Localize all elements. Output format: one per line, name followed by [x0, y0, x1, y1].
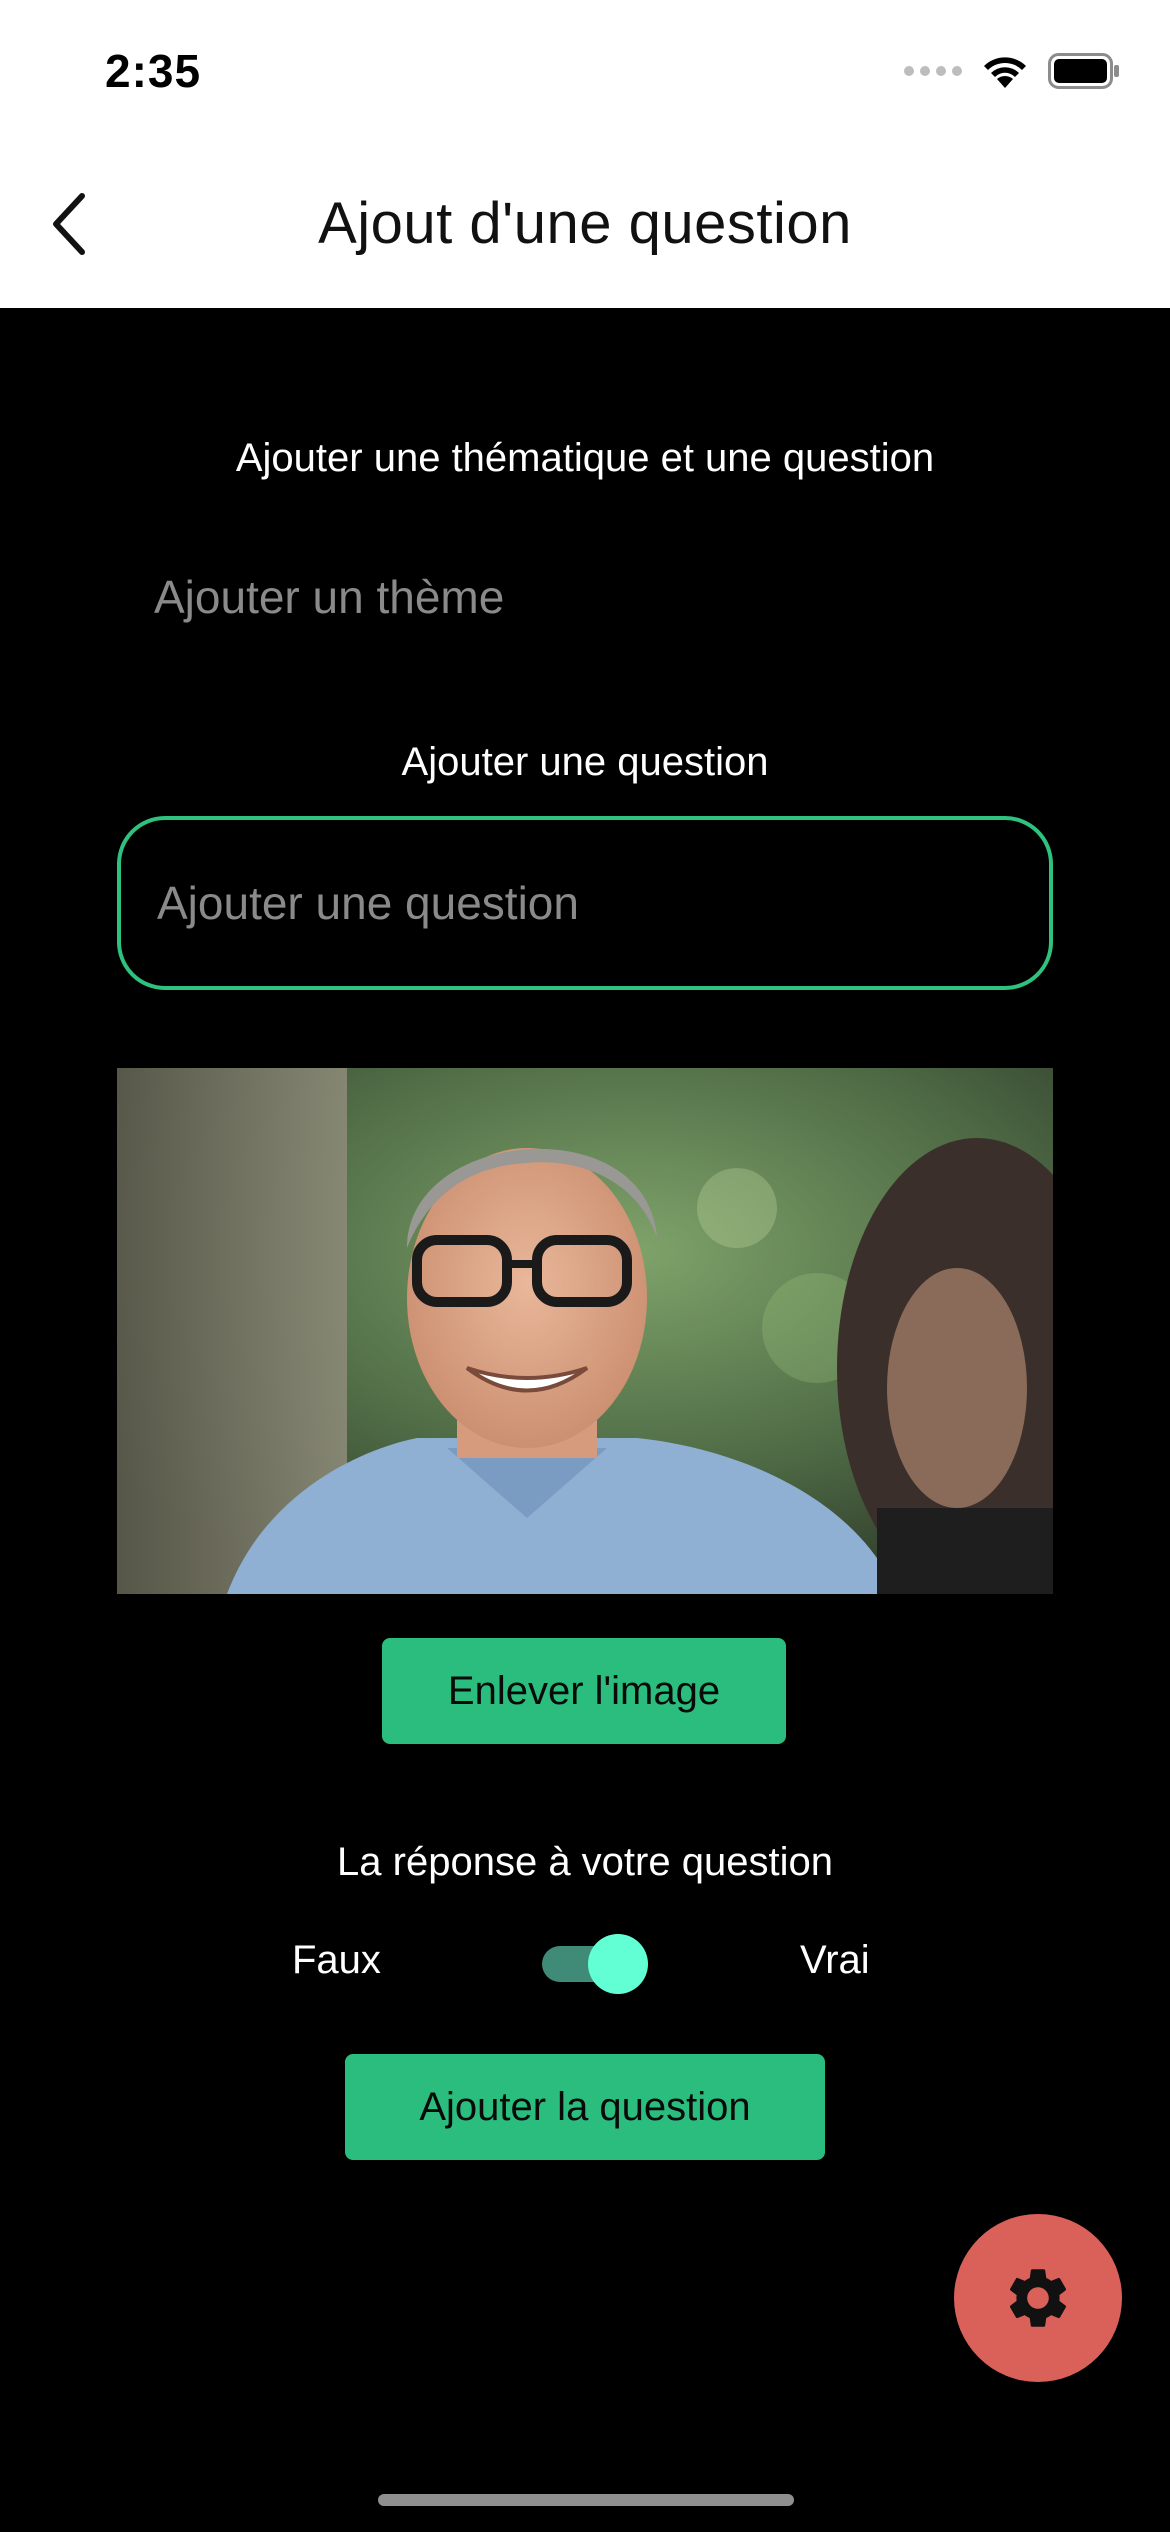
question-image	[117, 1068, 1053, 1594]
signal-icon	[904, 66, 962, 76]
question-field[interactable]	[117, 816, 1053, 990]
question-label: Ajouter une question	[401, 740, 769, 784]
answer-switch[interactable]	[540, 1932, 650, 1994]
false-label: Faux	[292, 1938, 381, 1982]
settings-button[interactable]	[954, 2214, 1122, 2382]
battery-icon	[1048, 53, 1119, 89]
status-icons	[904, 52, 1120, 90]
theme-input[interactable]	[118, 560, 1052, 634]
top-bar: 2:35 Ajout d'une question	[0, 0, 1170, 308]
wifi-icon	[984, 57, 1026, 88]
screen: 2:35 Ajout d'une question Ajouter une th…	[0, 0, 1170, 2532]
question-photo	[117, 1068, 1053, 1594]
remove-image-button[interactable]: Enlever l'image	[382, 1638, 786, 1744]
answer-toggle-row: Faux Vrai	[0, 1930, 1170, 2000]
true-label: Vrai	[800, 1938, 870, 1982]
home-indicator	[378, 2494, 794, 2506]
gear-icon	[1009, 2269, 1067, 2327]
status-time: 2:35	[105, 45, 202, 97]
question-input[interactable]	[121, 820, 1049, 986]
switch-thumb	[588, 1934, 648, 1994]
page-title: Ajout d'une question	[318, 191, 852, 256]
intro-label: Ajouter une thématique et une question	[235, 436, 935, 480]
submit-question-button[interactable]: Ajouter la question	[345, 2054, 825, 2160]
answer-label: La réponse à votre question	[337, 1840, 833, 1884]
